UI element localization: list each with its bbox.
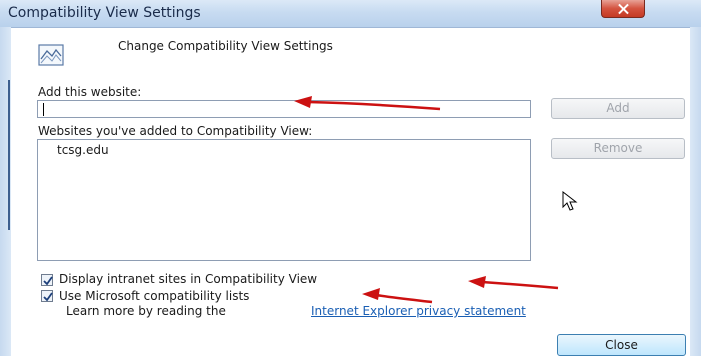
websites-list[interactable]: tcsg.edu [37,139,531,261]
add-website-input[interactable] [37,100,531,118]
intranet-checkbox[interactable] [41,274,53,286]
websites-list-label: Websites you've added to Compatibility V… [38,124,313,138]
mouse-pointer-icon [562,191,578,211]
remove-button[interactable]: Remove [551,138,685,159]
text-caret [43,103,44,116]
checkmark-icon [43,276,53,286]
window-close-icon[interactable] [601,0,645,18]
compat-view-icon [38,44,64,66]
annotation-arrow-icon [362,288,433,304]
annotation-arrow-icon [468,276,559,290]
window-title: Compatibility View Settings [8,5,201,21]
header-text: Change Compatibility View Settings [118,39,333,53]
intranet-label: Display intranet sites in Compatibility … [59,272,318,286]
window-frame-right [690,27,701,356]
add-button[interactable]: Add [551,98,685,119]
list-item[interactable]: tcsg.edu [57,143,109,157]
annotation-arrow-icon [294,96,441,111]
microsoft-lists-label: Use Microsoft compatibility lists [59,289,250,303]
checkmark-icon [43,292,53,302]
learn-more-text: Learn more by reading the [66,304,226,318]
title-bar: Compatibility View Settings [0,0,701,28]
microsoft-lists-checkbox[interactable] [41,290,53,302]
window-frame-accent [8,80,10,230]
add-website-label: Add this website: [38,85,142,99]
close-button[interactable]: Close [557,334,686,356]
